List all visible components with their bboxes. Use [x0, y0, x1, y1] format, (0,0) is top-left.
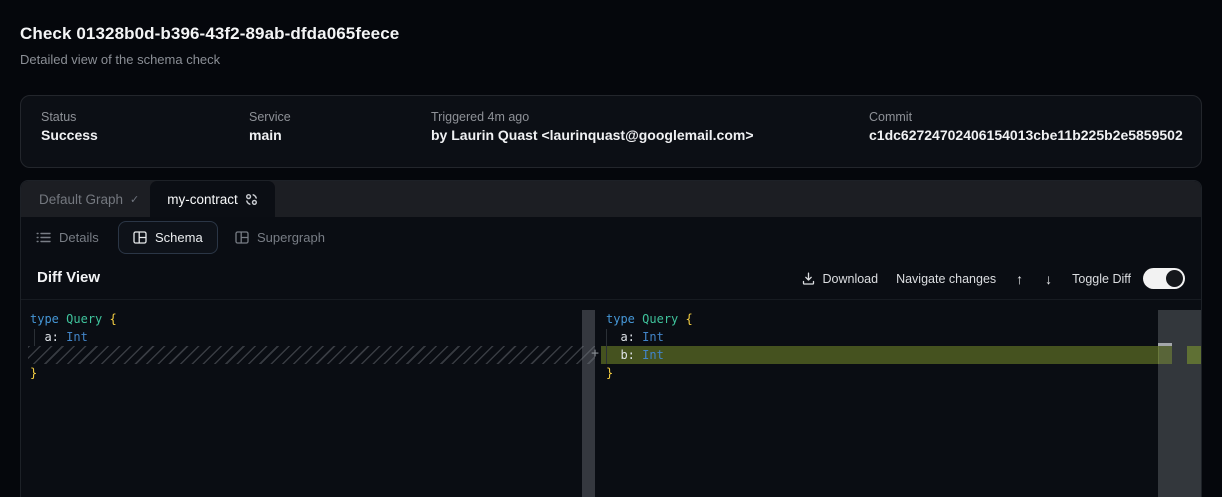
meta-triggered-value: by Laurin Quast <laurinquast@googlemail.…	[431, 127, 754, 143]
meta-service-value: main	[249, 127, 282, 143]
overview-ruler-scrollbar[interactable]	[1158, 310, 1201, 497]
tab-my-contract-label: my-contract	[167, 192, 238, 207]
ruler-added-marker	[1187, 346, 1201, 364]
contract-compare-icon	[245, 193, 258, 206]
view-tab-bar: Details Schema Supergraph	[21, 217, 1201, 257]
left-pane-scrollbar[interactable]	[582, 310, 595, 497]
added-line-plus-icon: +	[587, 346, 603, 362]
previous-change-button[interactable]: ↑	[1014, 271, 1025, 287]
arrow-up-icon: ↑	[1016, 271, 1023, 287]
tab-default-graph-label: Default Graph	[39, 192, 123, 207]
tab-details[interactable]: Details	[36, 230, 99, 245]
schema-diff-editor: type Query { a: Int} type Query { a: Int…	[21, 300, 1201, 497]
toggle-knob	[1166, 270, 1183, 287]
diff-view-title: Diff View	[37, 269, 100, 286]
meta-commit-value: c1dc62724702406154013cbe11b225b2e5859502	[869, 127, 1183, 143]
page-subtitle: Detailed view of the schema check	[20, 52, 220, 67]
ruler-added-shadow	[1158, 346, 1172, 364]
check-icon: ✓	[130, 193, 139, 206]
code-line	[28, 346, 595, 364]
tab-default-graph[interactable]: Default Graph ✓	[39, 181, 139, 217]
tab-schema[interactable]: Schema	[118, 221, 218, 254]
tab-schema-label: Schema	[155, 230, 203, 245]
check-meta-card: Status Success Service main Triggered 4m…	[20, 95, 1202, 168]
code-line: a: Int	[601, 328, 1159, 346]
diff-pane-modified: type Query { a: Int b: Int}	[601, 300, 1159, 497]
list-icon	[36, 231, 51, 244]
indent-guide	[606, 329, 607, 364]
tab-supergraph-label: Supergraph	[257, 230, 325, 245]
meta-commit-label: Commit	[869, 110, 912, 124]
indent-guide	[34, 329, 35, 346]
arrow-down-icon: ↓	[1045, 271, 1052, 287]
code-line: type Query {	[601, 310, 1159, 328]
tab-my-contract[interactable]: my-contract	[150, 181, 275, 217]
diff-pane-original: type Query { a: Int}	[21, 300, 595, 497]
meta-status-label: Status	[41, 110, 76, 124]
tab-details-label: Details	[59, 230, 99, 245]
toggle-diff-switch[interactable]	[1143, 268, 1185, 289]
diff-header: Diff View Download Navigate changes ↑ ↓	[21, 257, 1201, 300]
meta-service-label: Service	[249, 110, 291, 124]
code-line: a: Int	[21, 328, 595, 346]
code-line: }	[601, 364, 1159, 382]
layout-panels-icon	[235, 231, 249, 244]
page-title: Check 01328b0d-b396-43f2-89ab-dfda065fee…	[20, 24, 399, 44]
graph-tab-bar: Default Graph ✓ my-contract	[21, 181, 1201, 217]
meta-triggered-label: Triggered 4m ago	[431, 110, 529, 124]
tab-supergraph[interactable]: Supergraph	[235, 230, 325, 245]
download-button[interactable]: Download	[802, 272, 878, 286]
download-button-label: Download	[822, 272, 878, 286]
toggle-diff-label: Toggle Diff	[1072, 272, 1131, 286]
meta-status-value: Success	[41, 127, 98, 143]
download-icon	[802, 272, 815, 285]
check-detail-panel: Default Graph ✓ my-contract	[20, 180, 1202, 497]
next-change-button[interactable]: ↓	[1043, 271, 1054, 287]
code-line: type Query {	[21, 310, 595, 328]
code-line: }	[21, 364, 595, 382]
code-line: b: Int	[601, 346, 1159, 364]
layout-panels-icon	[133, 231, 147, 244]
navigate-changes-label: Navigate changes	[896, 272, 996, 286]
diff-controls: Download Navigate changes ↑ ↓ Toggle Dif…	[802, 257, 1185, 300]
